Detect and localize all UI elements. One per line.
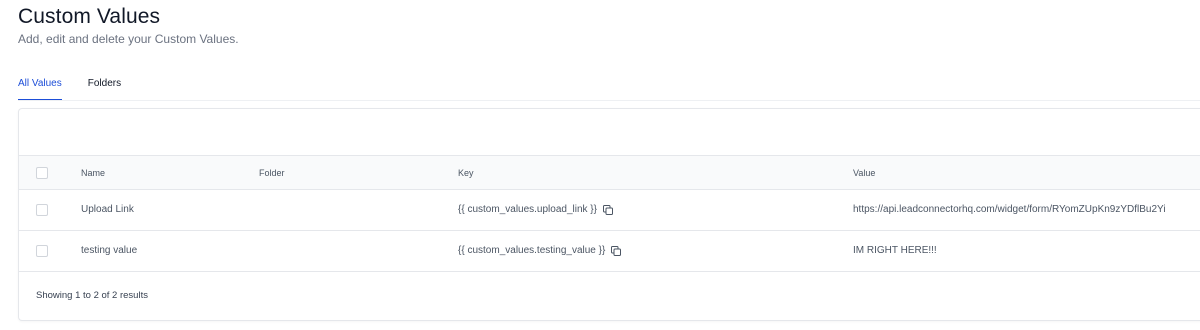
- row-key: {{ custom_values.testing_value }}: [458, 244, 622, 258]
- pagination-summary: Showing 1 to 2 of 2 results: [36, 289, 148, 301]
- row-key-text: {{ custom_values.testing_value }}: [458, 245, 606, 256]
- row-select-cell: [36, 204, 48, 216]
- tab-bar: All Values Folders: [18, 76, 121, 101]
- custom-values-page: Custom Values Add, edit and delete your …: [0, 0, 1200, 330]
- copy-icon[interactable]: [610, 245, 622, 257]
- tab-all-values[interactable]: All Values: [18, 76, 62, 101]
- custom-values-table-card: Name Folder Key Value Upload Link {{ cus…: [18, 108, 1200, 321]
- table-row[interactable]: testing value {{ custom_values.testing_v…: [19, 231, 1200, 272]
- row-key: {{ custom_values.upload_link }}: [458, 203, 614, 217]
- row-checkbox[interactable]: [36, 245, 48, 257]
- table-row[interactable]: Upload Link {{ custom_values.upload_link…: [19, 190, 1200, 231]
- select-all-cell: [36, 166, 48, 179]
- row-name: Upload Link: [81, 204, 134, 215]
- tabs-divider: [18, 100, 1200, 101]
- row-value: IM RIGHT HERE!!!: [853, 245, 937, 256]
- select-all-checkbox[interactable]: [36, 166, 48, 179]
- row-value: https://api.leadconnectorhq.com/widget/f…: [853, 204, 1166, 215]
- row-checkbox[interactable]: [36, 204, 48, 216]
- page-title: Custom Values: [18, 5, 161, 28]
- row-name: testing value: [81, 245, 138, 256]
- page-subtitle: Add, edit and delete your Custom Values.: [18, 32, 239, 46]
- copy-icon[interactable]: [602, 204, 614, 216]
- tab-folders[interactable]: Folders: [88, 76, 121, 100]
- column-header-folder[interactable]: Folder: [259, 166, 285, 180]
- column-header-name[interactable]: Name: [81, 166, 105, 180]
- table-header-row: Name Folder Key Value: [19, 156, 1200, 190]
- table-toolbar: [19, 109, 1200, 156]
- column-header-key[interactable]: Key: [458, 166, 474, 180]
- row-select-cell: [36, 245, 48, 257]
- column-header-value[interactable]: Value: [853, 166, 875, 180]
- row-key-text: {{ custom_values.upload_link }}: [458, 204, 597, 215]
